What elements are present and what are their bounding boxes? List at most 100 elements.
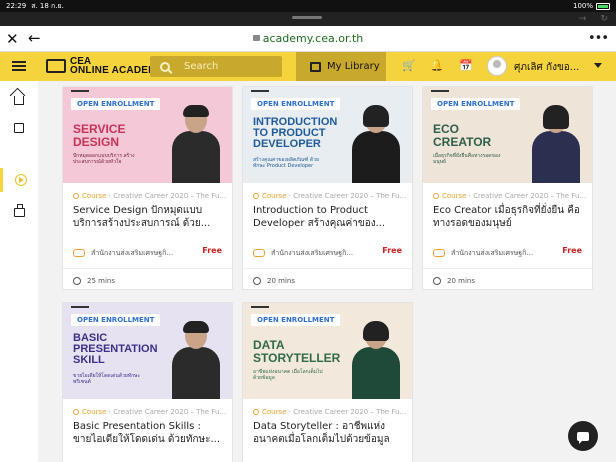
thumbnail-title: SERVICE DESIGN [73,122,126,149]
course-label: Course [442,192,467,200]
course-card[interactable]: OPEN ENROLLMENT ECO CREATOR เมื่อธุรกิจท… [422,86,593,290]
course-owner: สำนักงานส่งเสริมเศรษฐกิ... Free [243,234,412,262]
card-meta: Course · Creative Career 2020 – The Fu..… [63,183,232,200]
battery-label: 100% [572,2,593,10]
course-card[interactable]: OPEN ENROLLMENT INTRODUCTION TO PRODUCT … [242,86,413,290]
logo[interactable]: CEA ONLINE ACADEMY [46,57,164,76]
cart-icon[interactable]: 🛒 [402,59,416,72]
price-label: Free [202,246,222,255]
card-meta: Course · Creative Career 2020 – The Fu..… [423,183,592,200]
course-title[interactable]: Eco Creator เมื่อธุรกิจที่ยั่งยืน คือทาง… [423,200,592,234]
cea-mark-icon [71,306,89,312]
cea-mark-icon [251,90,269,96]
course-type-icon [73,409,79,415]
card-meta: Course · Creative Career 2020 – The Fu..… [243,399,412,416]
status-time: 22:29 [6,2,27,10]
sidebar-item-portfolio[interactable] [0,199,38,223]
instructor-photo [172,105,220,183]
price-label: Free [562,246,582,255]
clock-icon [73,276,81,285]
my-library-button[interactable]: My Library [296,52,386,81]
search-placeholder: Search [184,61,219,72]
bell-icon[interactable]: 🔔 [430,59,444,72]
logo-mark-icon [46,59,66,73]
forward-icon: → [578,14,587,24]
sidebar-item-home[interactable] [0,86,38,110]
card-meta: Course · Creative Career 2020 – The Fu..… [63,399,232,416]
card-footer: 20 mins [243,268,412,289]
duration: 20 mins [267,276,295,285]
chat-button[interactable] [568,421,598,451]
enrollment-badge: OPEN ENROLLMENT [431,98,521,110]
instructor-photo [532,105,580,183]
owner-name: สำนักงานส่งเสริมเศรษฐกิ... [91,248,174,257]
briefcase-icon [13,204,25,217]
enrollment-badge: OPEN ENROLLMENT [251,98,341,110]
search-icon [160,61,170,72]
course-title[interactable]: Basic Presentation Skills : ขายไอเดียให้… [63,416,232,450]
username[interactable]: ศุภเลิศ กังขอ... [514,60,586,75]
avatar[interactable] [487,56,507,76]
course-thumbnail: OPEN ENROLLMENT ECO CREATOR เมื่อธุรกิจท… [423,87,592,183]
refresh-icon: ↻ [600,14,608,24]
course-label: Course [82,408,107,416]
calendar-icon [14,123,24,133]
course-label: Course [262,192,287,200]
owner-icon [433,249,445,257]
cea-mark-icon [71,90,89,96]
thumbnail-title: DATA STORYTELLER [253,338,341,365]
course-title[interactable]: Introduction to Product Developer สร้างค… [243,200,412,234]
browser-bar: ✕ ← academy.cea.or.th ••• [0,26,616,52]
owner-icon [253,249,265,257]
course-category: Creative Career 2020 – The Fu... [113,408,227,416]
battery-icon [596,2,610,10]
chevron-down-icon[interactable] [594,63,602,68]
clock-icon [253,276,261,285]
course-card[interactable]: OPEN ENROLLMENT BASIC PRESENTATION SKILL… [62,302,233,462]
sidebar-item-learning[interactable] [0,168,38,192]
thumbnail-title: BASIC PRESENTATION SKILL [73,332,158,366]
address-bar[interactable]: academy.cea.or.th [0,32,616,45]
cea-mark-icon [431,90,449,96]
thumbnail-subtitle: สร้างคุณค่าของผลิตภัณฑ์ ด้วยทักษะ Produc… [253,157,319,169]
status-bar: 22:29 ส. 18 ก.ย. 100% [0,0,616,12]
course-thumbnail: OPEN ENROLLMENT SERVICE DESIGN ปักหมุดออ… [63,87,232,183]
owner-name: สำนักงานส่งเสริมเศรษฐกิ... [271,248,354,257]
status-date: ส. 18 ก.ย. [31,1,64,10]
enrollment-badge: OPEN ENROLLMENT [71,98,161,110]
course-category: Creative Career 2020 – The Fu... [293,408,407,416]
url-text: academy.cea.or.th [262,32,364,45]
course-category: Creative Career 2020 – The Fu... [293,192,407,200]
chat-icon [577,431,589,444]
course-card[interactable]: OPEN ENROLLMENT SERVICE DESIGN ปักหมุดออ… [62,86,233,290]
instructor-photo [172,321,220,399]
enrollment-badge: OPEN ENROLLMENT [251,314,341,326]
card-footer: 20 mins [423,268,592,289]
clock-icon [433,276,441,285]
course-card[interactable]: OPEN ENROLLMENT DATA STORYTELLER อาชีพแห… [242,302,413,462]
home-icon [14,95,24,105]
status-right: 100% [573,2,610,10]
course-title[interactable]: Service Design ปักหมุดแบบ บริการสร้างประ… [63,200,232,234]
course-type-icon [73,193,79,199]
instructor-photo [352,105,400,183]
hamburger-menu-icon[interactable] [12,61,26,71]
search-input[interactable]: Search [150,56,282,77]
course-type-icon [253,409,259,415]
thumbnail-subtitle: ขายไอเดียให้โดดเด่นด้วยทักษะพรีเซนต์ [73,373,141,385]
more-options-icon[interactable]: ••• [588,31,609,46]
course-thumbnail: OPEN ENROLLMENT INTRODUCTION TO PRODUCT … [243,87,412,183]
sheet-grabber[interactable] [292,16,322,19]
enrollment-badge: OPEN ENROLLMENT [71,314,161,326]
lock-icon [252,35,260,41]
course-owner: สำนักงานส่งเสริมเศรษฐกิ... Free [423,234,592,262]
course-category: Creative Career 2020 – The Fu... [473,192,587,200]
calendar-icon[interactable]: 📅 [459,59,473,72]
thumbnail-subtitle: ปักหมุดออกแบบบริการ สร้างประสบการณ์ด้วยห… [73,153,135,165]
cea-mark-icon [251,306,269,312]
price-label: Free [382,246,402,255]
sidebar-item-calendar[interactable] [0,116,38,140]
course-thumbnail: OPEN ENROLLMENT DATA STORYTELLER อาชีพแห… [243,303,412,399]
owner-icon [73,249,85,257]
course-title[interactable]: Data Storyteller : อาชีพแห่ง อนาคตเมื่อโ… [243,416,412,450]
